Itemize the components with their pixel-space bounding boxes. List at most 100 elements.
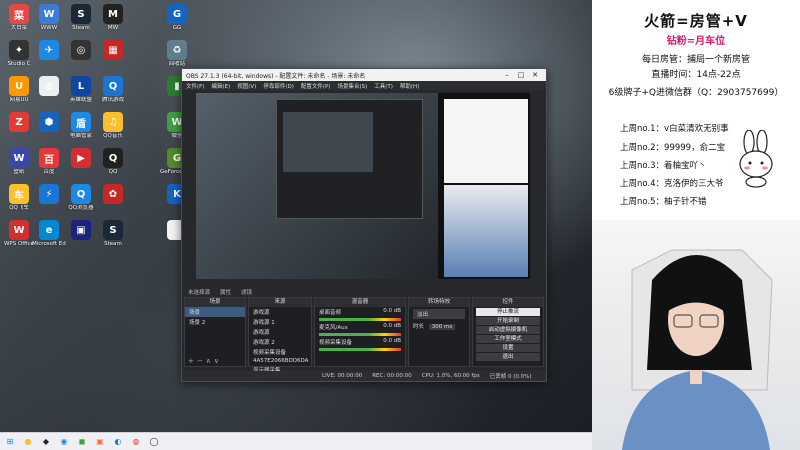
desktop-icon[interactable]: Z (2, 110, 36, 150)
desktop-icon[interactable]: W 壁纸 (2, 146, 36, 186)
app-icon: 菜 (9, 4, 29, 24)
obs-menubar: 文件(F) 编辑(E) 视图(V) 停靠部件(D) 配置文件(P) 场景集合(S… (182, 81, 546, 90)
desktop-icon[interactable]: G GG (160, 2, 194, 42)
mixer-header: 混音器 (315, 298, 405, 307)
desktop-icon[interactable]: ▣ (64, 218, 98, 258)
close-icon[interactable]: ✕ (528, 71, 542, 79)
taskbar-app-5[interactable]: ▣ (94, 436, 106, 448)
app-icon: S (103, 220, 123, 240)
taskbar-app-8[interactable]: ◯ (148, 436, 160, 448)
desktop-icon[interactable]: ◎ (64, 38, 98, 78)
bunny-icon (739, 130, 773, 188)
desktop-icon[interactable]: 菜大白菜 (2, 2, 36, 42)
desktop-icon[interactable]: S Steam (64, 2, 98, 42)
studio-mode-button[interactable]: 工作室模式 (476, 335, 540, 343)
desktop-icon[interactable]: 盾电脑管家 (64, 110, 98, 150)
scene-item[interactable]: 场景 2 (185, 317, 245, 327)
transition-select[interactable]: 淡出 (413, 309, 465, 319)
app-icon: e (39, 220, 59, 240)
source-item[interactable]: 游戏源 2 (249, 337, 311, 347)
app-icon: Z (9, 112, 29, 132)
taskbar-app-2[interactable]: ◆ (40, 436, 52, 448)
webcam-feed (592, 220, 800, 450)
app-icon: ♻ (167, 40, 187, 60)
desktop-icon[interactable]: Q QQ浏览器 (64, 182, 98, 222)
menu-help[interactable]: 帮助(H) (400, 82, 419, 90)
windows-start-icon[interactable]: ⊞ (4, 436, 16, 448)
menu-docks[interactable]: 停靠部件(D) (263, 82, 294, 90)
desktop-icon-label: Microsoft Edge (32, 241, 66, 247)
source-item[interactable]: 4A57E2066BDD6DA (249, 357, 311, 365)
menu-file[interactable]: 文件(F) (186, 82, 204, 90)
virtual-camera-button[interactable]: 启动虚拟摄像机 (476, 326, 540, 334)
properties-button[interactable]: 属性 (220, 288, 231, 296)
menu-edit[interactable]: 编辑(E) (211, 82, 230, 90)
source-item[interactable]: 游戏源 1 (249, 317, 311, 327)
desktop-icon[interactable]: ▶ (64, 146, 98, 186)
source-item[interactable]: 游戏源 (249, 307, 311, 317)
desktop-icon-label: 网易UU (9, 97, 29, 103)
desktop-icon-label: GG (172, 25, 182, 31)
taskbar-app-1[interactable]: ● (22, 436, 34, 448)
desktop-icon[interactable]: W WWW (32, 2, 66, 42)
menu-view[interactable]: 视图(V) (237, 82, 256, 90)
panel-line: 6级牌子+Q进微信群（Q：2903757699） (608, 88, 784, 98)
desktop-icon[interactable]: eMicrosoft Edge (32, 218, 66, 258)
mixer-track-name: 麦克风/Aux 0.0 dB (319, 323, 401, 331)
desktop-icon[interactable]: W WPS Office (2, 218, 36, 258)
desktop-icon[interactable]: ▦ (96, 38, 130, 78)
maximize-icon[interactable]: □ (514, 71, 528, 79)
app-icon: W (39, 4, 59, 24)
desktop-icon-label: Steam (104, 241, 122, 247)
desktop-icon[interactable]: U 网易UU (2, 74, 36, 114)
stop-streaming-button[interactable]: 停止推流 (476, 308, 540, 316)
desktop-icon[interactable]: Q 腾讯游戏 (96, 74, 130, 114)
app-icon: W (9, 220, 29, 240)
duration-input[interactable]: 300 ms (428, 324, 456, 330)
desktop-icon-label: QQ (108, 169, 118, 175)
rank-item: 上周no.5：柚子针不错 (620, 197, 707, 207)
source-item[interactable]: 游戏源 (249, 327, 311, 337)
app-icon: 车 (9, 184, 29, 204)
transitions-header: 转场特效 (409, 298, 469, 307)
desktop-icon[interactable]: ✈ (32, 38, 66, 78)
minimize-icon[interactable]: – (500, 71, 514, 79)
desktop-icon-label: 电脑管家 (69, 133, 92, 139)
scenes-footer-buttons[interactable]: +−∧∨ (188, 357, 222, 365)
source-item[interactable]: 视频采集设备 (249, 347, 311, 357)
obs-titlebar[interactable]: OBS 27.1.3 (64-bit, windows) - 配置文件: 未命名… (182, 69, 546, 81)
taskbar-app-3[interactable]: ◉ (58, 436, 70, 448)
menu-profile[interactable]: 配置文件(P) (301, 82, 331, 90)
desktop-icon[interactable]: L 英雄联盟 (64, 74, 98, 114)
desktop-icon[interactable]: ✦ Studio C (2, 38, 36, 78)
exit-button[interactable]: 退出 (476, 353, 540, 361)
desktop-icon-label: MW (107, 25, 119, 31)
start-recording-button[interactable]: 开始录制 (476, 317, 540, 325)
obs-preview[interactable] (196, 93, 530, 279)
settings-button[interactable]: 设置 (476, 344, 540, 352)
mixer-track-name: 桌面音频 0.0 dB (319, 308, 401, 316)
menu-scene-collection[interactable]: 场景集合(S) (337, 82, 367, 90)
app-icon: ⬢ (39, 112, 59, 132)
scene-item[interactable]: 场景 (185, 307, 245, 317)
panel-subtitle: 钻粉=月车位 (666, 36, 726, 47)
desktop-icon[interactable]: ✿ (96, 182, 130, 222)
obs-window[interactable]: OBS 27.1.3 (64-bit, windows) - 配置文件: 未命名… (181, 68, 547, 382)
live-time: LIVE: 00:00:00 (322, 373, 363, 379)
desktop-icon[interactable]: ♫ QQ音乐 (96, 110, 130, 150)
taskbar-app-4[interactable]: ◼ (76, 436, 88, 448)
desktop-icon[interactable]: M MW (96, 2, 130, 42)
obs-status-bar: LIVE: 00:00:00 REC: 00:00:00 CPU: 1.0%, … (182, 371, 546, 381)
desktop-icon[interactable]: S Steam (96, 218, 130, 258)
audio-meter (319, 333, 401, 336)
desktop-icon[interactable]: 车 QQ飞车 (2, 182, 36, 222)
desktop-icon[interactable]: Q QQ (96, 146, 130, 186)
desktop-icon[interactable]: ⬢ (32, 110, 66, 150)
desktop-icon[interactable]: ⚡ (32, 182, 66, 222)
taskbar-app-6[interactable]: ◐ (112, 436, 124, 448)
desktop-icon[interactable]: ◍ (32, 74, 66, 114)
menu-tools[interactable]: 工具(T) (374, 82, 393, 90)
taskbar-app-7[interactable]: ◍ (130, 436, 142, 448)
desktop-icon[interactable]: 百百度 (32, 146, 66, 186)
filters-button[interactable]: 滤镜 (241, 288, 252, 296)
